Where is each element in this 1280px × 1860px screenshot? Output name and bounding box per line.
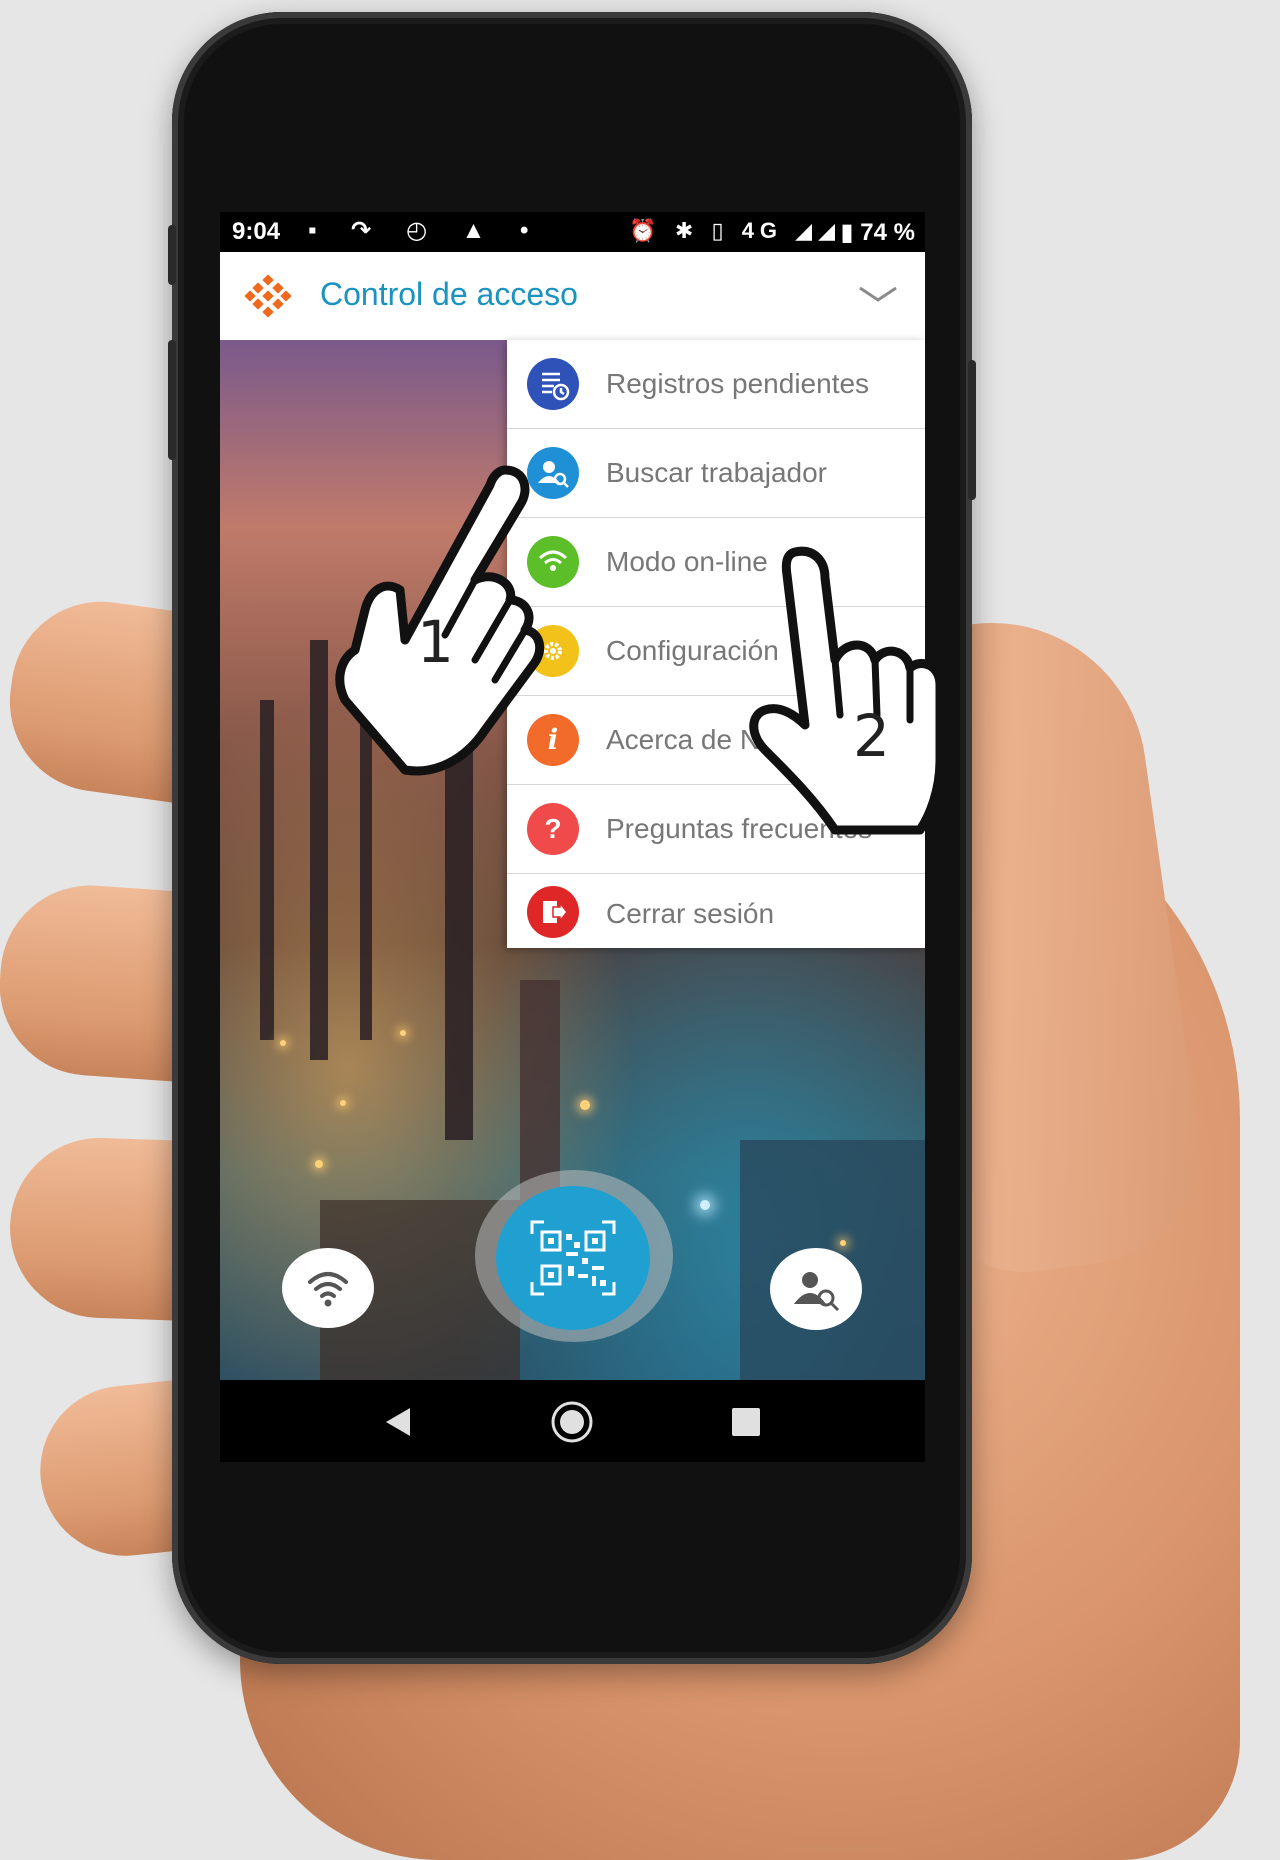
app-bar: Control de acceso: [220, 252, 925, 341]
menu-item-label: Cerrar sesión: [606, 898, 775, 929]
network-label: 4G: [741, 218, 784, 243]
app-title: Control de acceso: [320, 276, 578, 312]
status-bar: 9:04 ▪ ↷ ◴ ▲ • ⏰ ✱ ▯ 4G ◢◢ ▮ 74 %: [220, 212, 925, 252]
search-worker-button[interactable]: [770, 1248, 862, 1330]
refinery-light: [315, 1160, 323, 1168]
pending-records-icon: [527, 358, 579, 410]
notification-icons: ▪ ↷ ◴ ▲ •: [308, 217, 543, 244]
refinery-light: [280, 1040, 286, 1046]
recents-icon[interactable]: [730, 1406, 762, 1438]
android-nav-bar: [220, 1380, 925, 1462]
refinery-light: [400, 1030, 406, 1036]
search-worker-icon: [794, 1272, 840, 1312]
battery-level: ▮ 74 %: [840, 219, 915, 246]
qr-code-icon: [530, 1220, 616, 1296]
refinery-light: [340, 1100, 346, 1106]
battery-percent: 74 %: [860, 219, 915, 246]
chevron-down-icon[interactable]: [856, 282, 900, 308]
pointing-hand-1: 1: [325, 460, 565, 780]
refinery-tower: [260, 700, 274, 1040]
question-icon: ?: [527, 803, 579, 855]
system-icons: ⏰ ✱ ▯ 4G ◢◢: [629, 218, 841, 243]
phone-side-button: [168, 225, 176, 285]
pointing-hand-icon: [749, 546, 945, 835]
scan-qr-button[interactable]: [496, 1186, 650, 1330]
refinery-light: [700, 1200, 710, 1210]
pointer-number-2: 2: [853, 702, 890, 770]
refinery-light: [840, 1240, 846, 1246]
menu-item-label: Buscar trabajador: [606, 457, 828, 488]
refinery-light: [580, 1100, 590, 1110]
menu-item-cerrar-sesion[interactable]: Cerrar sesión: [507, 874, 925, 950]
back-icon[interactable]: [380, 1404, 416, 1440]
status-time: 9:04: [232, 218, 281, 245]
phone-side-button: [968, 360, 976, 500]
pointer-number-1: 1: [417, 608, 454, 676]
pointing-hand-2: 2: [735, 540, 975, 840]
app-logo-icon: [244, 274, 292, 318]
phone-side-button: [168, 340, 176, 460]
menu-item-label: Registros pendientes: [606, 368, 870, 399]
menu-item-registros-pendientes[interactable]: Registros pendientes: [507, 340, 925, 429]
menu-item-buscar-trabajador[interactable]: Buscar trabajador: [507, 429, 925, 518]
wifi-button[interactable]: [282, 1248, 374, 1328]
wifi-icon: [308, 1272, 348, 1307]
logout-icon: [527, 886, 579, 938]
home-icon[interactable]: [550, 1400, 594, 1444]
